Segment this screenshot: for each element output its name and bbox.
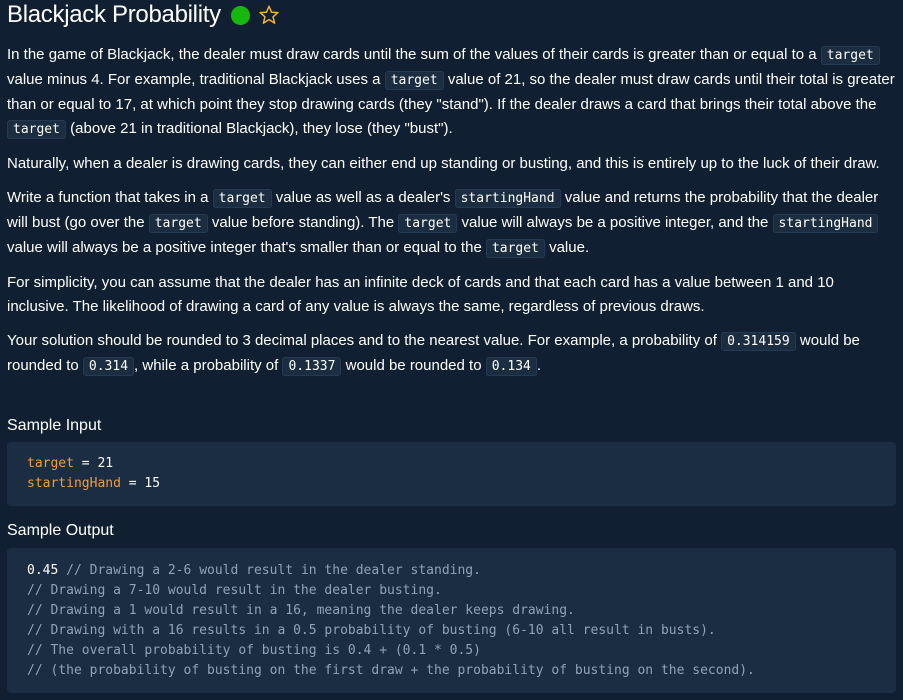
code-comment: // Drawing a 1 would result in a 16, mea… [27,603,575,618]
code-comment: // (the probability of busting on the fi… [27,663,755,678]
code-variable: startingHand [27,476,121,491]
problem-header: Blackjack Probability [7,0,896,30]
inline-code: target [212,189,272,208]
star-outline-icon [259,5,279,24]
inline-code: 0.314 [82,357,135,376]
problem-page: Blackjack Probability In the game of Bla… [0,0,903,700]
sample-output-heading: Sample Output [7,522,114,539]
code-comment: // The overall probability of busting is… [27,643,481,658]
star-icon[interactable] [258,4,280,26]
sample-output-code[interactable]: 0.45 // Drawing a 2-6 would result in th… [7,548,896,693]
inline-code: startingHand [454,189,561,208]
inline-code: target [384,71,444,90]
inline-code: target [820,46,880,65]
inline-code: target [148,214,208,233]
code-variable: target [27,456,74,471]
sample-input-heading: Sample Input [7,417,102,434]
page-title: Blackjack Probability [7,1,221,28]
inline-code: startingHand [772,214,879,233]
code-comment: // Drawing with a 16 results in a 0.5 pr… [27,623,716,638]
inline-code: target [7,120,66,139]
inline-code: 0.1337 [282,357,342,376]
description-paragraph-3: Write a function that takes in a target … [7,189,879,258]
description-paragraph-1: In the game of Blackjack, the dealer mus… [7,46,895,139]
inline-code: target [485,239,545,258]
sample-input-code[interactable]: target = 21 startingHand = 15 [7,442,896,506]
completion-status-dot [230,5,250,25]
problem-description: In the game of Blackjack, the dealer mus… [7,43,896,379]
inline-code: target [398,214,458,233]
inline-code: 0.314159 [721,332,796,351]
description-paragraph-5: Your solution should be rounded to 3 dec… [7,332,860,376]
code-comment: // Drawing a 2-6 would result in the dea… [58,563,481,578]
output-value: 0.45 [27,563,59,578]
description-paragraph-4: For simplicity, you can assume that the … [7,274,834,315]
inline-code: 0.134 [485,357,537,376]
code-comment: // Drawing a 7-10 would result in the de… [27,583,442,598]
description-paragraph-2: Naturally, when a dealer is drawing card… [7,155,880,172]
